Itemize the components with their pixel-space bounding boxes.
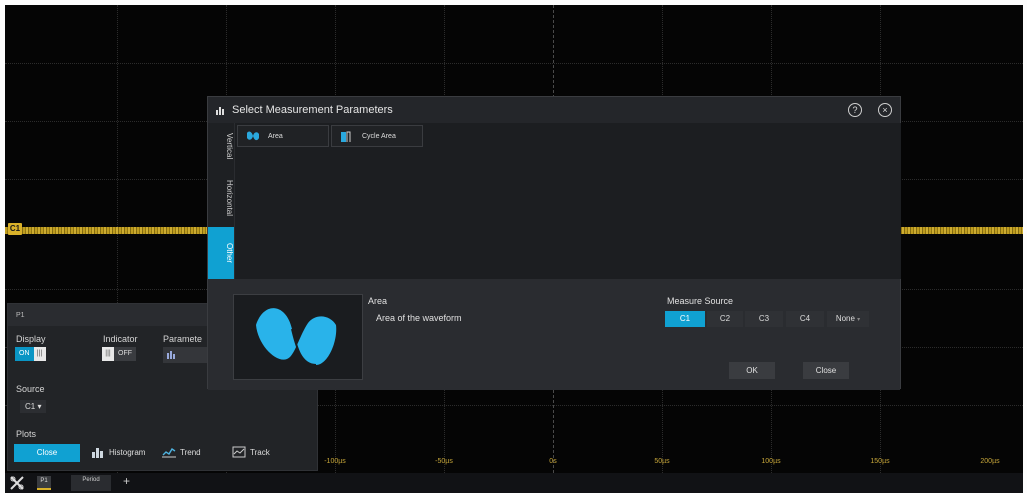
indicator-label: Indicator bbox=[103, 334, 138, 344]
period-tab[interactable]: Period bbox=[71, 475, 111, 491]
plots-close-button[interactable]: Close bbox=[14, 444, 80, 462]
time-label: 0s bbox=[549, 458, 557, 465]
selected-param-name: Area bbox=[368, 296, 388, 306]
measure-source-label: Measure Source bbox=[667, 296, 734, 306]
tab-other[interactable]: Other bbox=[208, 227, 234, 279]
ok-button[interactable]: OK bbox=[729, 362, 775, 379]
p1-badge[interactable]: P1 bbox=[37, 476, 51, 490]
time-label: 200µs bbox=[980, 458, 1000, 465]
dialog-title: Select Measurement Parameters bbox=[232, 104, 393, 116]
source-select[interactable]: C1 ▾ bbox=[20, 400, 47, 413]
period-label: Period bbox=[82, 477, 100, 483]
dialog-titlebar: Select Measurement Parameters ? × bbox=[208, 97, 900, 123]
source-c2-button[interactable]: C2 bbox=[707, 311, 743, 327]
toggle-handle-icon: ||| bbox=[102, 347, 114, 361]
time-label: 100µs bbox=[761, 458, 781, 465]
param-item-area[interactable]: Area bbox=[237, 125, 329, 147]
category-tabs: Vertical Horizontal Other bbox=[208, 123, 234, 279]
area-param-icon bbox=[167, 351, 175, 359]
chevron-down-icon: ▾ bbox=[857, 317, 861, 323]
selected-param-description: Area of the waveform bbox=[376, 313, 462, 323]
close-icon[interactable]: × bbox=[878, 103, 892, 117]
indicator-toggle[interactable]: ||| OFF bbox=[102, 347, 136, 361]
parameter-preview bbox=[233, 294, 363, 380]
select-measurement-dialog: Select Measurement Parameters ? × Vertic… bbox=[207, 96, 901, 390]
measure-tools-icon[interactable] bbox=[9, 475, 25, 491]
source-none-label: None bbox=[835, 314, 855, 323]
parameter-label: Paramete bbox=[163, 334, 203, 344]
param-item-cycle-area[interactable]: Cycle Area bbox=[331, 125, 423, 147]
track-icon bbox=[232, 446, 246, 458]
source-value: C1 bbox=[25, 402, 36, 411]
add-icon[interactable]: + bbox=[123, 474, 130, 488]
time-label: -50µs bbox=[435, 458, 453, 465]
track-label: Track bbox=[250, 447, 270, 457]
trend-icon bbox=[162, 448, 176, 458]
time-label: -100µs bbox=[324, 458, 346, 465]
chevron-down-icon: ▾ bbox=[37, 402, 42, 411]
bottom-toolbar: P1 Period + bbox=[5, 473, 1023, 493]
plots-label: Plots bbox=[16, 429, 37, 439]
time-label: 150µs bbox=[870, 458, 890, 465]
time-label: 50µs bbox=[654, 458, 670, 465]
cycle-area-icon bbox=[341, 131, 351, 142]
display-on-label: ON bbox=[15, 347, 34, 361]
source-label: Source bbox=[16, 384, 45, 394]
tab-vertical[interactable]: Vertical bbox=[208, 123, 234, 169]
area-waveform-icon bbox=[256, 308, 337, 366]
parameter-list: Area Cycle Area bbox=[235, 123, 901, 279]
measure-icon bbox=[216, 107, 224, 115]
close-button[interactable]: Close bbox=[803, 362, 849, 379]
display-toggle[interactable]: ON ||| bbox=[15, 347, 46, 361]
histogram-icon bbox=[92, 448, 103, 458]
source-c1-button[interactable]: C1 bbox=[665, 311, 705, 327]
histogram-button[interactable]: Histogram bbox=[91, 446, 145, 458]
display-label: Display bbox=[16, 334, 46, 344]
tab-horizontal[interactable]: Horizontal bbox=[208, 169, 234, 227]
histogram-label: Histogram bbox=[109, 447, 146, 457]
help-icon[interactable]: ? bbox=[848, 103, 862, 117]
toggle-handle-icon: ||| bbox=[33, 347, 46, 361]
param-label: Cycle Area bbox=[362, 132, 396, 140]
indicator-off-label: OFF bbox=[114, 347, 136, 361]
trend-label: Trend bbox=[180, 447, 201, 457]
source-c4-button[interactable]: C4 bbox=[786, 311, 824, 327]
parameter-selector[interactable] bbox=[163, 347, 207, 363]
channel-marker[interactable]: C1 bbox=[8, 223, 22, 235]
source-none-button[interactable]: None ▾ bbox=[827, 311, 869, 327]
param-label: Area bbox=[268, 132, 283, 140]
area-icon bbox=[247, 131, 259, 141]
source-c3-button[interactable]: C3 bbox=[745, 311, 783, 327]
track-button[interactable]: Track bbox=[232, 446, 270, 458]
trend-button[interactable]: Trend bbox=[162, 446, 201, 458]
